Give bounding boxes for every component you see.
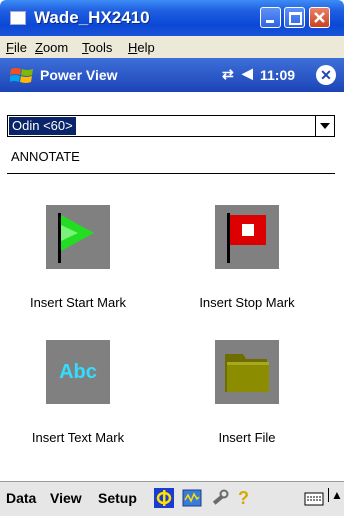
app-title-bar: Power View ⇄ ◀ 11:09 ✕ — [0, 58, 344, 92]
section-title: ANNOTATE — [11, 149, 80, 164]
windows-start-icon[interactable] — [10, 66, 34, 86]
folder-icon — [215, 340, 279, 404]
keyboard-icon[interactable] — [304, 488, 324, 508]
maximize-button[interactable] — [284, 7, 305, 28]
bottom-toolbar: Data View Setup ? ▲ — [0, 481, 344, 516]
input-panel-arrow-icon[interactable]: ▲ — [328, 488, 343, 502]
menu-data[interactable]: Data — [6, 490, 36, 506]
close-button[interactable] — [309, 7, 330, 28]
menu-view[interactable]: View — [50, 490, 82, 506]
insert-stop-mark-label: Insert Stop Mark — [199, 295, 295, 310]
section-header: ANNOTATE — [7, 143, 335, 174]
green-flag-icon — [46, 205, 110, 269]
help-icon[interactable]: ? — [238, 488, 249, 509]
app-window-icon — [10, 11, 26, 25]
menu-zoom[interactable]: Zoom — [35, 40, 68, 55]
abc-text-icon: Abc — [46, 340, 110, 404]
menu-file[interactable]: File — [6, 40, 27, 55]
device-dropdown[interactable]: Odin <60> — [7, 115, 335, 137]
speaker-icon[interactable]: ◀ — [242, 65, 253, 82]
window-title-bar: Wade_HX2410 — [0, 0, 344, 36]
device-dropdown-value: Odin <60> — [9, 117, 76, 135]
insert-file-label: Insert File — [218, 430, 276, 445]
insert-start-mark-button[interactable]: Insert Start Mark — [3, 205, 153, 325]
connectivity-icon[interactable]: ⇄ — [222, 66, 234, 83]
app-title: Power View — [40, 67, 118, 83]
close-icon — [314, 12, 325, 23]
chevron-down-icon[interactable] — [315, 116, 334, 136]
insert-stop-mark-button[interactable]: Insert Stop Mark — [172, 205, 322, 325]
menu-tools[interactable]: Tools — [82, 40, 112, 55]
insert-text-mark-button[interactable]: Abc Insert Text Mark — [3, 340, 153, 460]
insert-file-button[interactable]: Insert File — [172, 340, 322, 460]
clock[interactable]: 11:09 — [260, 67, 295, 83]
waveform-icon[interactable] — [182, 488, 202, 508]
app-close-icon[interactable]: ✕ — [316, 65, 336, 85]
menu-setup[interactable]: Setup — [98, 490, 137, 506]
insert-start-mark-label: Insert Start Mark — [29, 295, 127, 310]
insert-text-mark-label: Insert Text Mark — [31, 430, 125, 445]
settings-icon[interactable] — [210, 488, 230, 508]
menu-bar: File Zoom Tools Help — [0, 36, 344, 59]
minimize-button[interactable] — [260, 7, 281, 28]
menu-help[interactable]: Help — [128, 40, 155, 55]
window-title: Wade_HX2410 — [34, 8, 150, 27]
red-flag-icon — [215, 205, 279, 269]
phase-icon[interactable] — [154, 488, 174, 508]
